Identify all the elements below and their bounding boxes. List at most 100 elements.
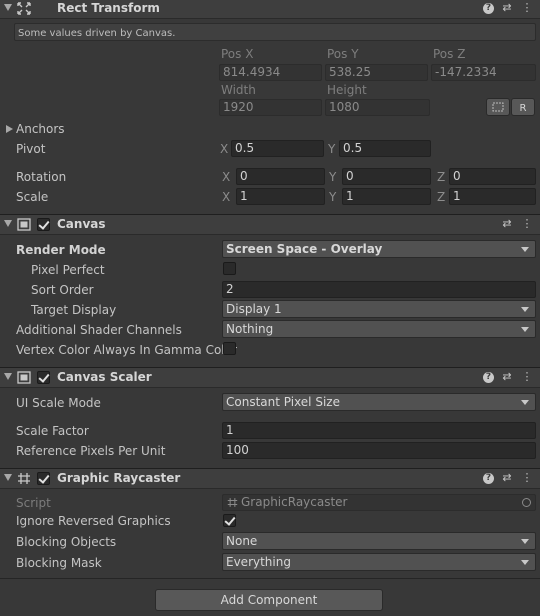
- context-menu-icon[interactable]: ⋮: [520, 471, 534, 485]
- context-menu-icon[interactable]: ⋮: [520, 217, 534, 231]
- pos-y-label: Pos Y: [327, 47, 359, 61]
- rotation-x-field[interactable]: 0: [236, 168, 325, 185]
- script-value: GraphicRaycaster: [241, 495, 348, 509]
- ui-scale-mode-value: Constant Pixel Size: [226, 395, 340, 409]
- target-display-dropdown[interactable]: Display 1: [222, 300, 536, 318]
- context-menu-icon[interactable]: ⋮: [520, 1, 534, 15]
- pivot-label: Pivot: [16, 142, 46, 156]
- ignore-reversed-label: Ignore Reversed Graphics: [16, 514, 171, 528]
- blueprint-icon: [492, 102, 504, 112]
- scale-y-field[interactable]: 1: [342, 188, 431, 205]
- shader-channels-value: Nothing: [226, 322, 274, 336]
- script-field: GraphicRaycaster: [222, 494, 536, 511]
- add-component-label: Add Component: [220, 593, 318, 607]
- canvas-scaler-enabled-checkbox[interactable]: [37, 371, 50, 384]
- sort-order-field[interactable]: 2: [222, 281, 536, 298]
- footer-divider: [0, 578, 540, 579]
- rotation-z-field[interactable]: 0: [449, 168, 536, 185]
- object-picker-icon[interactable]: [522, 498, 531, 507]
- blocking-objects-value: None: [226, 534, 258, 548]
- ui-scale-mode-dropdown[interactable]: Constant Pixel Size: [222, 393, 536, 411]
- blocking-objects-dropdown[interactable]: None: [222, 532, 536, 550]
- chevron-down-icon: [521, 539, 529, 544]
- presets-icon[interactable]: ⇄: [500, 370, 514, 384]
- render-mode-dropdown[interactable]: Screen Space - Overlay: [222, 240, 536, 258]
- render-mode-label: Render Mode: [16, 243, 106, 257]
- script-icon: [227, 498, 238, 507]
- canvas-header[interactable]: Canvas ? ⇄ ⋮: [0, 214, 540, 235]
- anchors-foldout-icon[interactable]: [6, 125, 13, 133]
- scale-z-field[interactable]: 1: [449, 188, 536, 205]
- chevron-down-icon: [521, 247, 529, 252]
- blocking-mask-dropdown[interactable]: Everything: [222, 553, 536, 571]
- presets-icon[interactable]: ⇄: [500, 1, 514, 15]
- help-icon[interactable]: ?: [483, 372, 494, 383]
- target-display-value: Display 1: [226, 302, 282, 316]
- ui-scale-mode-label: UI Scale Mode: [16, 396, 101, 410]
- foldout-arrow-icon[interactable]: [4, 220, 12, 227]
- script-label: Script: [16, 496, 51, 510]
- canvas-scaler-header[interactable]: Canvas Scaler ? ⇄ ⋮: [0, 367, 540, 388]
- scale-x-field[interactable]: 1: [236, 188, 325, 205]
- ignore-reversed-checkbox[interactable]: [223, 514, 236, 527]
- blueprint-mode-button[interactable]: [486, 98, 510, 116]
- width-field: 1920: [219, 99, 322, 116]
- pivot-y-field[interactable]: 0.5: [339, 140, 431, 157]
- canvas-icon: [17, 218, 31, 231]
- context-menu-icon[interactable]: ⋮: [520, 370, 534, 384]
- height-label: Height: [327, 83, 367, 97]
- ref-ppu-field[interactable]: 100: [222, 442, 536, 459]
- ref-ppu-label: Reference Pixels Per Unit: [16, 444, 166, 458]
- target-display-label: Target Display: [31, 303, 117, 317]
- canvas-scaler-icon: [17, 371, 31, 384]
- pixel-perfect-checkbox[interactable]: [223, 262, 236, 275]
- foldout-arrow-icon[interactable]: [4, 373, 12, 380]
- help-icon[interactable]: ?: [483, 3, 494, 14]
- pos-x-label: Pos X: [221, 47, 254, 61]
- component-title: Canvas: [57, 217, 106, 231]
- pivot-x-field[interactable]: 0.5: [231, 140, 324, 157]
- shader-channels-dropdown[interactable]: Nothing: [222, 320, 536, 338]
- canvas-enabled-checkbox[interactable]: [37, 218, 50, 231]
- foldout-arrow-icon[interactable]: [4, 474, 12, 481]
- graphic-raycaster-icon: [18, 473, 30, 484]
- rect-transform-icon: [17, 2, 31, 15]
- scale-factor-label: Scale Factor: [16, 424, 89, 438]
- graphic-raycaster-header[interactable]: Graphic Raycaster ? ⇄ ⋮: [0, 468, 540, 489]
- rotation-y-field[interactable]: 0: [342, 168, 431, 185]
- presets-icon[interactable]: ⇄: [500, 471, 514, 485]
- height-field: 1080: [325, 99, 430, 116]
- pivot-y-axis: Y: [328, 142, 336, 156]
- rotation-label: Rotation: [16, 170, 67, 184]
- rect-transform-header[interactable]: Rect Transform ? ⇄ ⋮: [0, 0, 540, 19]
- chevron-down-icon: [521, 307, 529, 312]
- scale-x-axis: X: [222, 190, 231, 204]
- driven-by-canvas-note: Some values driven by Canvas.: [14, 23, 536, 41]
- blocking-mask-value: Everything: [226, 555, 291, 569]
- anchors-label[interactable]: Anchors: [16, 122, 65, 136]
- add-component-button[interactable]: Add Component: [155, 589, 383, 611]
- pos-z-label: Pos Z: [433, 47, 466, 61]
- chevron-down-icon: [521, 400, 529, 405]
- vertex-color-label: Vertex Color Always In Gamma Color: [16, 343, 237, 357]
- component-title: Rect Transform: [57, 1, 160, 15]
- raw-edit-button[interactable]: R: [511, 98, 535, 116]
- scale-factor-field[interactable]: 1: [222, 422, 536, 439]
- pos-y-field: 538.25: [325, 64, 428, 81]
- shader-channels-label: Additional Shader Channels: [16, 323, 182, 337]
- pos-z-field: -147.2334: [431, 64, 536, 81]
- foldout-arrow-icon[interactable]: [4, 4, 12, 11]
- pos-x-field: 814.4934: [219, 64, 322, 81]
- presets-icon[interactable]: ⇄: [500, 217, 514, 231]
- rotation-x-axis: X: [222, 170, 231, 184]
- scale-z-axis: Z: [437, 190, 446, 204]
- vertex-color-checkbox[interactable]: [223, 342, 236, 355]
- driven-note-text: Some values driven by Canvas.: [18, 28, 176, 39]
- chevron-down-icon: [521, 327, 529, 332]
- rotation-y-axis: Y: [329, 170, 337, 184]
- width-label: Width: [221, 83, 256, 97]
- pivot-x-axis: X: [220, 142, 229, 156]
- help-icon[interactable]: ?: [483, 473, 494, 484]
- graphic-raycaster-enabled-checkbox[interactable]: [37, 472, 50, 485]
- scale-y-axis: Y: [329, 190, 337, 204]
